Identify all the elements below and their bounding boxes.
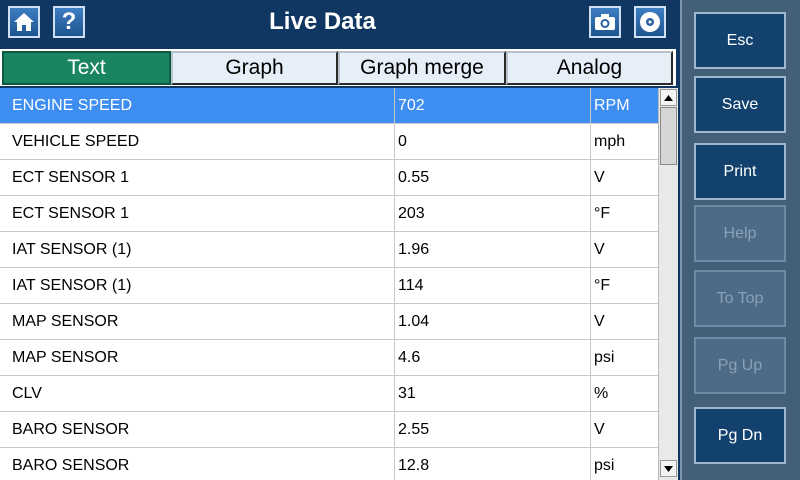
tab-graph-merge[interactable]: Graph merge — [338, 51, 506, 85]
disc-button[interactable] — [634, 6, 666, 38]
parameter-name: BARO SENSOR — [12, 457, 130, 474]
table-row[interactable]: MAP SENSOR 4.6 psi — [0, 340, 658, 376]
parameter-unit: V — [590, 232, 658, 267]
parameter-value: 702 — [394, 88, 590, 123]
parameter-value: 4.6 — [394, 340, 590, 375]
camera-icon — [595, 14, 615, 30]
esc-label: Esc — [726, 32, 754, 49]
arrow-down-icon — [664, 465, 673, 472]
parameter-name: ENGINE SPEED — [12, 97, 133, 114]
page-down-button[interactable]: Pg Dn — [694, 407, 786, 464]
page-title: Live Data — [269, 8, 376, 35]
parameter-value: 0.55 — [394, 160, 590, 195]
scroll-down-button[interactable] — [660, 460, 677, 477]
parameter-unit: °F — [590, 196, 658, 231]
parameter-value: 1.96 — [394, 232, 590, 267]
table-row[interactable]: ECT SENSOR 1 0.55 V — [0, 160, 658, 196]
table-row[interactable]: VEHICLE SPEED 0 mph — [0, 124, 658, 160]
parameter-name: ECT SENSOR 1 — [12, 169, 130, 186]
to-top-button[interactable]: To Top — [694, 270, 786, 327]
parameter-value: 203 — [394, 196, 590, 231]
tab-graph[interactable]: Graph — [171, 51, 338, 85]
disc-icon — [640, 12, 660, 32]
table-row[interactable]: IAT SENSOR (1) 1.96 V — [0, 232, 658, 268]
parameter-value: 2.55 — [394, 412, 590, 447]
arrow-up-icon — [664, 94, 673, 101]
page-down-label: Pg Dn — [717, 427, 763, 444]
table-row[interactable]: IAT SENSOR (1) 114 °F — [0, 268, 658, 304]
view-tabs: Text Graph Graph merge Analog — [0, 45, 680, 88]
parameter-unit: °F — [590, 268, 658, 303]
vertical-scrollbar[interactable] — [658, 88, 678, 480]
parameter-name: CLV — [12, 385, 42, 402]
parameter-name: ECT SENSOR 1 — [12, 205, 130, 222]
table-row[interactable]: BARO SENSOR 2.55 V — [0, 412, 658, 448]
live-data-table: ENGINE SPEED 702 RPM VEHICLE SPEED 0 mph… — [0, 88, 680, 480]
tab-text[interactable]: Text — [2, 51, 171, 85]
parameter-unit: V — [590, 412, 658, 447]
save-button[interactable]: Save — [694, 76, 786, 133]
table-row[interactable]: CLV 31 % — [0, 376, 658, 412]
table-row[interactable]: ENGINE SPEED 702 RPM — [0, 88, 658, 124]
function-panel: Esc Save Print Help To Top Pg Up Pg Dn — [680, 0, 800, 480]
parameter-unit: psi — [590, 340, 658, 375]
page-up-button[interactable]: Pg Up — [694, 337, 786, 394]
scroll-up-button[interactable] — [660, 89, 677, 106]
help-label: Help — [723, 225, 757, 242]
parameter-unit: V — [590, 160, 658, 195]
parameter-unit: psi — [590, 448, 658, 480]
save-label: Save — [721, 96, 759, 113]
scroll-thumb[interactable] — [660, 107, 677, 165]
table-row[interactable]: MAP SENSOR 1.04 V — [0, 304, 658, 340]
table-row[interactable]: ECT SENSOR 1 203 °F — [0, 196, 658, 232]
header-bar: ? Live Data — [0, 0, 680, 45]
print-button[interactable]: Print — [694, 143, 786, 200]
camera-button[interactable] — [589, 6, 621, 38]
parameter-name: IAT SENSOR (1) — [12, 277, 132, 294]
help-side-button[interactable]: Help — [694, 205, 786, 262]
parameter-value: 31 — [394, 376, 590, 411]
tab-strip: Text Graph Graph merge Analog — [0, 49, 676, 86]
parameter-unit: RPM — [590, 88, 658, 123]
parameter-unit: V — [590, 304, 658, 339]
page-up-label: Pg Up — [717, 357, 763, 374]
parameter-value: 1.04 — [394, 304, 590, 339]
parameter-name: IAT SENSOR (1) — [12, 241, 132, 258]
parameter-name: MAP SENSOR — [12, 349, 119, 366]
parameter-unit: % — [590, 376, 658, 411]
to-top-label: To Top — [716, 290, 764, 307]
parameter-value: 12.8 — [394, 448, 590, 480]
parameter-name: MAP SENSOR — [12, 313, 119, 330]
tab-analog[interactable]: Analog — [506, 51, 673, 85]
parameter-unit: mph — [590, 124, 658, 159]
parameter-value: 114 — [394, 268, 590, 303]
parameter-value: 0 — [394, 124, 590, 159]
print-label: Print — [723, 163, 757, 180]
table-row[interactable]: BARO SENSOR 12.8 psi — [0, 448, 658, 480]
data-rows[interactable]: ENGINE SPEED 702 RPM VEHICLE SPEED 0 mph… — [0, 88, 658, 480]
parameter-name: VEHICLE SPEED — [12, 133, 140, 150]
esc-button[interactable]: Esc — [694, 12, 786, 69]
parameter-name: BARO SENSOR — [12, 421, 130, 438]
